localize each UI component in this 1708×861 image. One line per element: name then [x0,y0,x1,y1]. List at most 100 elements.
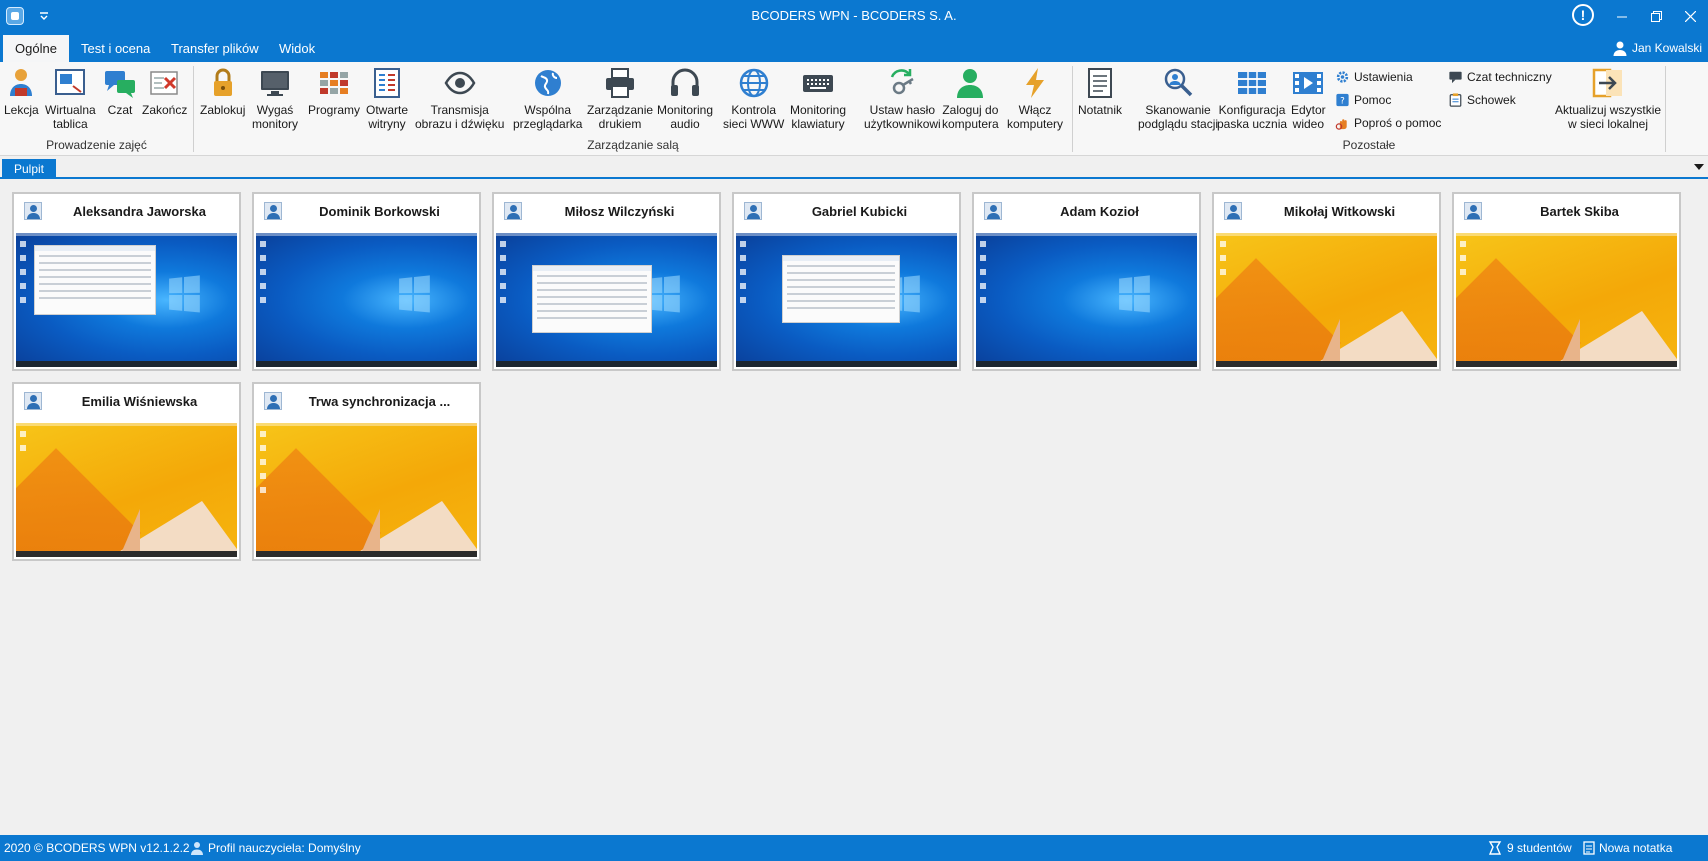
student-card[interactable]: Dominik Borkowski [252,192,481,371]
group-label-pozostale: Pozostałe [1342,138,1396,152]
skanowanie-button[interactable]: Skanowanie podglądu stacji [1138,66,1218,131]
student-avatar-icon [24,202,42,220]
minimize-icon [1617,16,1627,17]
ustaw-haslo-button[interactable]: Ustaw hasło użytkownikowi [864,66,941,131]
students-desktop-grid: Aleksandra Jaworska Dominik Borkowski Mi… [0,181,1708,835]
student-avatar-icon [24,392,42,410]
student-screen-preview[interactable] [1216,233,1437,367]
student-card-header: Aleksandra Jaworska [14,194,239,232]
student-avatar-icon [264,392,282,410]
czat-button[interactable]: Czat [103,66,137,117]
student-name: Aleksandra Jaworska [73,204,206,219]
student-card-header: Gabriel Kubicki [734,194,959,232]
tab-widok[interactable]: Widok [267,35,327,62]
zablokuj-button[interactable]: Zablokuj [200,66,245,117]
student-screen-preview[interactable] [976,233,1197,367]
student-screen-preview[interactable] [16,233,237,367]
ribbon-separator [1665,66,1666,152]
czat-techniczny-button[interactable]: Czat techniczny [1448,68,1552,86]
wlacz-komputery-button[interactable]: Włącz komputery [1007,66,1063,131]
student-card[interactable]: Emilia Wiśniewska [12,382,241,561]
globe-icon [534,70,561,96]
ustaw-haslo-label: Ustaw hasło użytkownikowi [864,103,941,131]
tab-transfer-plikow[interactable]: Transfer plików [159,35,271,62]
monitoring-audio-button[interactable]: Monitoring audio [657,66,713,131]
new-note-button[interactable]: Nowa notatka [1582,835,1672,861]
document-tab-strip: Pulpit [0,157,1708,179]
programy-label: Programy [308,103,361,117]
edytor-wideo-button[interactable]: Edytor wideo [1291,66,1326,131]
student-card-header: Bartek Skiba [1454,194,1679,232]
student-name: Miłosz Wilczyński [564,204,675,219]
wlacz-komputery-label: Włącz komputery [1007,103,1064,131]
student-name: Gabriel Kubicki [811,204,908,219]
student-avatar-icon [1464,202,1482,220]
students-count-label: 9 studentów [1507,841,1572,855]
students-count[interactable]: 9 studentów [1488,835,1572,861]
tab-ogolne[interactable]: Ogólne [3,35,69,62]
kontrola-www-button[interactable]: Kontrola sieci WWW [723,66,784,131]
lekcja-button[interactable]: Lekcja [4,66,39,117]
end-session-icon [149,71,178,95]
zakoncz-button[interactable]: Zakończ [142,66,187,117]
student-card[interactable]: Mikołaj Witkowski [1212,192,1441,371]
student-screen-preview[interactable] [256,233,477,367]
student-card[interactable]: Bartek Skiba [1452,192,1681,371]
ribbon: Lekcja Wirtualna tablica Czat Zakończ Pr… [0,62,1708,156]
ustawienia-button[interactable]: Ustawienia [1335,68,1413,86]
student-card-header: Adam Kozioł [974,194,1199,232]
video-editor-icon [1293,72,1324,94]
konfiguracja-paska-button[interactable]: Konfiguracja paska ucznia [1217,66,1287,131]
magnifier-user-icon [1164,68,1193,97]
wygas-monitory-button[interactable]: Wygaś monitory [252,66,298,131]
notatnik-button[interactable]: Notatnik [1078,66,1122,117]
student-card[interactable]: Miłosz Wilczyński [492,192,721,371]
zaloguj-button[interactable]: Zaloguj do komputera [942,66,999,131]
user-menu[interactable]: Jan Kowalski [1610,35,1702,62]
programy-button[interactable]: Programy [308,66,360,117]
alert-icon[interactable]: ! [1572,4,1594,26]
student-card[interactable]: Gabriel Kubicki [732,192,961,371]
zarzadzanie-drukiem-button[interactable]: Zarządzanie drukiem [587,66,653,131]
student-screen-preview[interactable] [16,423,237,557]
student-screen-preview[interactable] [256,423,477,557]
chevron-down-icon[interactable] [1694,163,1704,171]
student-card-header: Dominik Borkowski [254,194,479,232]
otwarte-witryny-label: Otwarte witryny [366,103,409,131]
new-note-label: Nowa notatka [1599,841,1673,855]
notatnik-label: Notatnik [1078,103,1123,117]
student-avatar-icon [744,202,762,220]
wygas-monitory-label: Wygaś monitory [252,103,299,131]
popros-o-pomoc-button[interactable]: Poproś o pomoc [1335,114,1441,132]
otwarte-witryny-button[interactable]: Otwarte witryny [366,66,408,131]
student-screen-preview[interactable] [496,233,717,367]
popros-o-pomoc-label: Poproś o pomoc [1354,116,1442,130]
aktualizuj-button[interactable]: Aktualizuj wszystkie w sieci lokalnej [1555,66,1661,131]
wirtualna-tablica-button[interactable]: Wirtualna tablica [45,66,96,131]
student-screen-preview[interactable] [736,233,957,367]
pomoc-button[interactable]: ? Pomoc [1335,91,1391,109]
schowek-button[interactable]: Schowek [1448,91,1516,109]
close-icon [1684,11,1696,22]
status-bar: 2020 © BCODERS WPN v12.1.2.2 Profil nauc… [0,835,1708,861]
close-button[interactable] [1670,0,1708,33]
restore-icon [1650,11,1662,22]
teacher-profile[interactable]: Profil nauczyciela: Domyślny [190,835,361,861]
tab-pulpit[interactable]: Pulpit [2,159,57,179]
transmisja-button[interactable]: Transmisja obrazu i dźwięku [415,66,504,131]
lock-icon [213,68,232,96]
tab-test-i-ocena[interactable]: Test i ocena [69,35,162,62]
wspolna-przegladarka-button[interactable]: Wspólna przeglądarka [513,66,582,131]
whiteboard-icon [55,69,86,95]
kontrola-www-label: Kontrola sieci WWW [723,103,785,131]
student-screen-preview[interactable] [1456,233,1677,367]
headphones-icon [671,68,700,96]
chat-icon [105,71,135,98]
monitoring-klawiatury-button[interactable]: Monitoring klawiatury [790,66,846,131]
student-card[interactable]: Aleksandra Jaworska [12,192,241,371]
czat-label: Czat [107,103,133,117]
student-name: Adam Kozioł [1060,204,1139,219]
student-card[interactable]: Adam Kozioł [972,192,1201,371]
student-name: Mikołaj Witkowski [1283,204,1396,219]
student-card[interactable]: Trwa synchronizacja ... [252,382,481,561]
